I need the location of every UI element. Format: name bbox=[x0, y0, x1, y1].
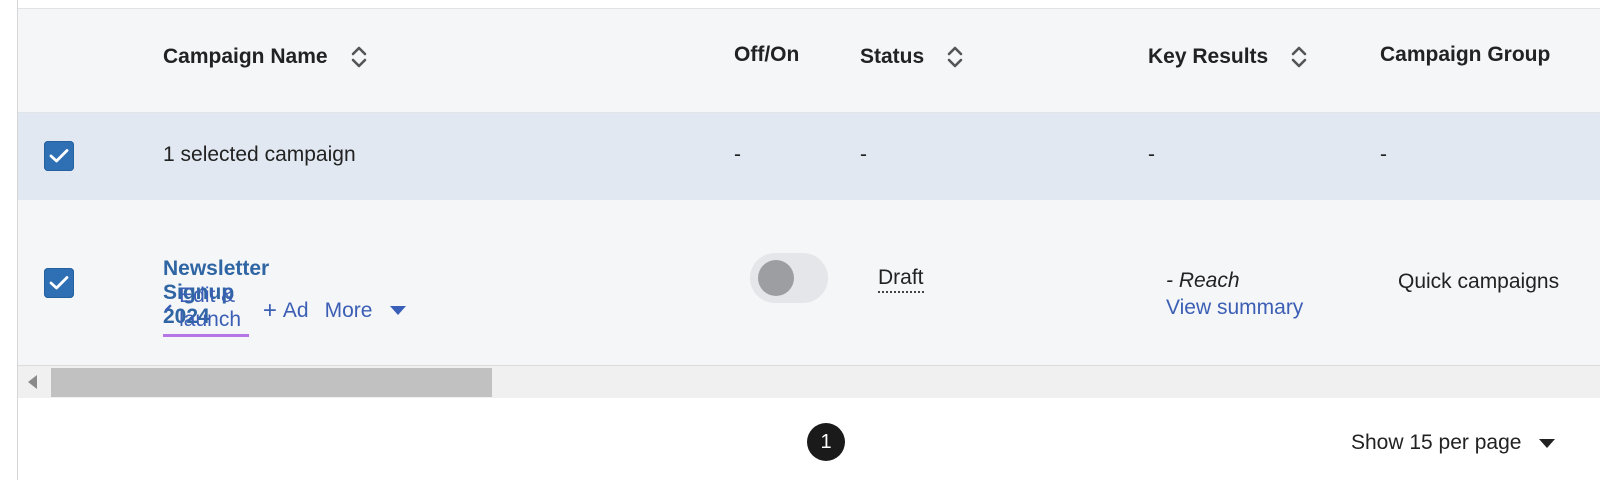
caret-down-icon bbox=[1539, 438, 1556, 448]
selection-status: - bbox=[860, 143, 867, 166]
selection-off-on: - bbox=[734, 143, 741, 166]
plus-icon: + bbox=[262, 296, 277, 324]
table-row: Newsletter Signup 2024 Edit & launch + A… bbox=[18, 200, 1600, 373]
column-header-campaign-group: Campaign Group bbox=[1380, 43, 1550, 67]
column-header-label: Campaign Group bbox=[1380, 43, 1551, 66]
scrollbar-thumb[interactable] bbox=[51, 368, 492, 397]
key-results-reach: - Reach bbox=[1166, 269, 1240, 292]
column-header-key-results[interactable]: Key Results bbox=[1148, 43, 1308, 71]
select-all-checkbox[interactable] bbox=[44, 141, 74, 171]
add-ad-label: Ad bbox=[282, 298, 309, 322]
column-header-campaign-name[interactable]: Campaign Name bbox=[163, 43, 368, 71]
left-border bbox=[0, 0, 18, 480]
row-checkbox[interactable] bbox=[44, 268, 74, 298]
sort-icon[interactable] bbox=[1290, 43, 1308, 71]
campaign-actions: Edit & launch + Ad More bbox=[163, 284, 407, 337]
selection-campaign-group: - bbox=[1380, 143, 1387, 166]
selection-summary-row: 1 selected campaign - - - - bbox=[18, 113, 1600, 200]
checkmark-icon bbox=[49, 149, 69, 163]
status-draft-label[interactable]: Draft bbox=[878, 266, 924, 293]
pagination-footer: 1 Show 15 per page bbox=[18, 398, 1600, 480]
more-dropdown[interactable]: More bbox=[325, 299, 407, 323]
toggle-knob bbox=[758, 260, 794, 296]
per-page-dropdown[interactable]: Show 15 per page bbox=[1351, 431, 1556, 455]
campaign-on-off-toggle[interactable] bbox=[750, 253, 828, 303]
page-number-button[interactable]: 1 bbox=[807, 423, 845, 461]
sort-icon[interactable] bbox=[350, 43, 368, 71]
checkmark-icon bbox=[49, 276, 69, 290]
caret-down-icon bbox=[390, 306, 407, 315]
selected-count-label: 1 selected campaign bbox=[163, 143, 356, 166]
edit-launch-link[interactable]: Edit & launch bbox=[163, 284, 249, 337]
campaigns-table: Campaign Name Off/On Status Key Results bbox=[18, 0, 1600, 410]
horizontal-scrollbar[interactable] bbox=[18, 365, 1600, 399]
edit-launch-label: Edit & launch bbox=[179, 284, 242, 331]
pencil-icon bbox=[164, 304, 172, 312]
column-header-label: Key Results bbox=[1148, 45, 1269, 68]
column-header-label: Off/On bbox=[734, 43, 800, 66]
sort-icon[interactable] bbox=[946, 43, 964, 71]
add-ad-link[interactable]: + Ad bbox=[262, 296, 309, 324]
campaign-group-value: Quick campaigns bbox=[1398, 270, 1560, 293]
table-top-strip bbox=[18, 0, 1600, 9]
more-label: More bbox=[324, 298, 373, 322]
table-header-row: Campaign Name Off/On Status Key Results bbox=[18, 9, 1600, 113]
per-page-label: Show 15 per page bbox=[1351, 431, 1522, 454]
column-header-label: Campaign Name bbox=[163, 45, 328, 68]
column-header-off-on: Off/On bbox=[734, 43, 799, 67]
column-header-label: Status bbox=[860, 45, 925, 68]
view-summary-link[interactable]: View summary bbox=[1166, 296, 1303, 320]
scroll-left-arrow-icon[interactable] bbox=[28, 375, 37, 389]
column-header-status[interactable]: Status bbox=[860, 43, 964, 71]
selection-key-results: - bbox=[1148, 143, 1155, 166]
